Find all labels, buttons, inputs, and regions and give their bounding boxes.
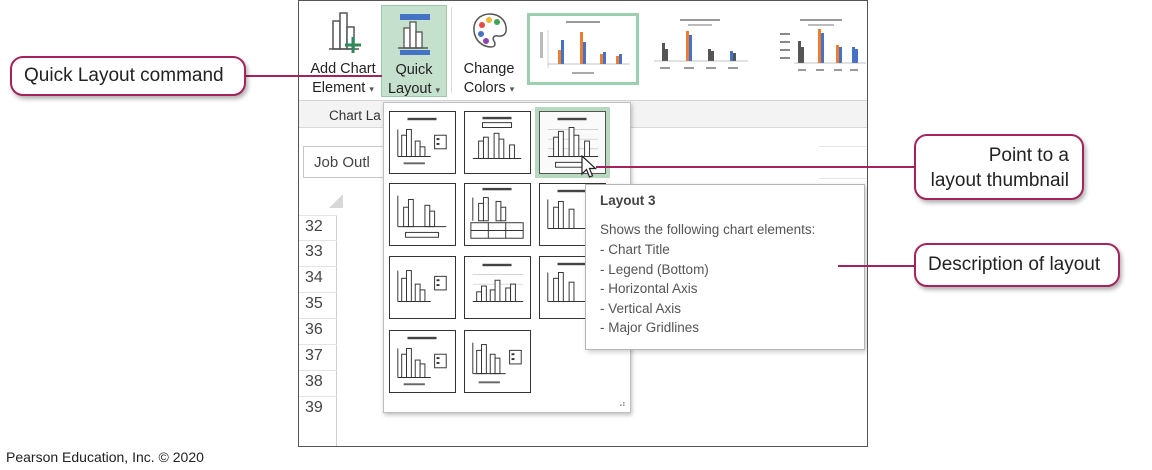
name-box[interactable]: Job Outl — [303, 146, 385, 178]
row-headers: 32 33 34 35 36 37 38 39 — [299, 215, 337, 446]
layout-thumbnail-8[interactable] — [464, 256, 531, 319]
chart-layouts-group-label: Chart La — [299, 101, 381, 128]
tooltip-list-item: - Horizontal Axis — [600, 281, 698, 296]
quick-layout-button[interactable]: Quick Layout ▾ — [381, 5, 447, 97]
copyright-credit: Pearson Education, Inc. © 2020 — [6, 449, 204, 465]
row-header[interactable]: 38 — [299, 370, 337, 391]
layout-thumbnail-7[interactable] — [389, 256, 456, 319]
dropdown-caret-icon: ▾ — [435, 85, 441, 95]
tooltip-element-list: - Chart Title - Legend (Bottom) - Horizo… — [600, 240, 854, 338]
excel-window: Add Chart Element ▾ Quick Layout ▾ Chang… — [298, 0, 868, 447]
row-header[interactable]: 32 — [299, 215, 337, 236]
palette-icon — [473, 13, 507, 48]
ribbon: Add Chart Element ▾ Quick Layout ▾ Chang… — [299, 1, 867, 101]
chart-style-1-preview — [540, 21, 630, 74]
tooltip-list-item: - Chart Title — [600, 242, 670, 257]
add-chart-element-icon — [329, 12, 361, 53]
row-header[interactable]: 35 — [299, 292, 337, 313]
chart-style-2[interactable] — [644, 13, 756, 85]
callout-leader-line — [596, 166, 914, 168]
tooltip-list-item: - Major Gridlines — [600, 320, 700, 335]
layout-tooltip: Layout 3 Shows the following chart eleme… — [585, 184, 865, 350]
callout-quick-layout-command: Quick Layout command — [10, 56, 246, 96]
tooltip-list-item: - Vertical Axis — [600, 300, 682, 316]
dropdown-caret-icon: ▾ — [369, 84, 374, 94]
chart-style-1[interactable] — [527, 13, 639, 85]
gallery-resize-grip-icon[interactable]: ⠴ — [619, 399, 626, 410]
callout-leader-line — [838, 265, 914, 267]
layout-thumbnail-2[interactable] — [464, 111, 531, 174]
change-colors-button[interactable]: Change Colors ▾ — [455, 5, 523, 97]
quick-layout-label-1: Quick — [395, 62, 433, 78]
row-header[interactable]: 39 — [299, 396, 337, 417]
layout-thumbnail-5[interactable] — [464, 183, 531, 246]
layout-thumbnail-4[interactable] — [389, 183, 456, 246]
tooltip-description: Shows the following chart elements: — [600, 222, 816, 237]
dropdown-caret-icon: ▾ — [509, 84, 515, 94]
chart-style-2-preview — [654, 19, 748, 69]
row-header[interactable]: 36 — [299, 318, 337, 339]
callout-point-line-2: layout thumbnail — [930, 170, 1069, 191]
callout-description-of-layout: Description of layout — [914, 243, 1120, 287]
select-all-corner[interactable] — [329, 194, 343, 208]
layout-thumbnail-1[interactable] — [389, 111, 456, 174]
add-chart-label-2: Element — [312, 80, 366, 96]
change-colors-label-1: Change — [463, 61, 515, 77]
layout-thumbnail-11[interactable] — [464, 330, 531, 393]
change-colors-label-2: Colors — [463, 80, 506, 96]
sheet-gridline — [819, 146, 867, 147]
tooltip-list-item: - Legend (Bottom) — [600, 261, 709, 277]
row-header[interactable]: 33 — [299, 240, 337, 261]
mouse-cursor-icon — [581, 155, 597, 178]
chart-style-3-preview — [780, 19, 866, 71]
callout-point-to-thumbnail: Point to a layout thumbnail — [914, 134, 1084, 200]
quick-layout-label-2: Layout — [387, 81, 432, 97]
add-chart-element-button[interactable]: Add Chart Element ▾ — [305, 5, 381, 97]
row-header[interactable]: 34 — [299, 266, 337, 287]
layout-thumbnail-10[interactable] — [389, 330, 456, 393]
chart-style-3[interactable] — [764, 13, 867, 85]
quick-layout-icon — [398, 14, 430, 55]
row-header[interactable]: 37 — [299, 344, 337, 365]
tooltip-title: Layout 3 — [600, 193, 656, 208]
ribbon-separator — [451, 7, 452, 93]
callout-point-line-1: Point to a — [988, 145, 1069, 166]
callout-leader-line — [246, 75, 382, 77]
sheet-gridline — [819, 178, 867, 179]
